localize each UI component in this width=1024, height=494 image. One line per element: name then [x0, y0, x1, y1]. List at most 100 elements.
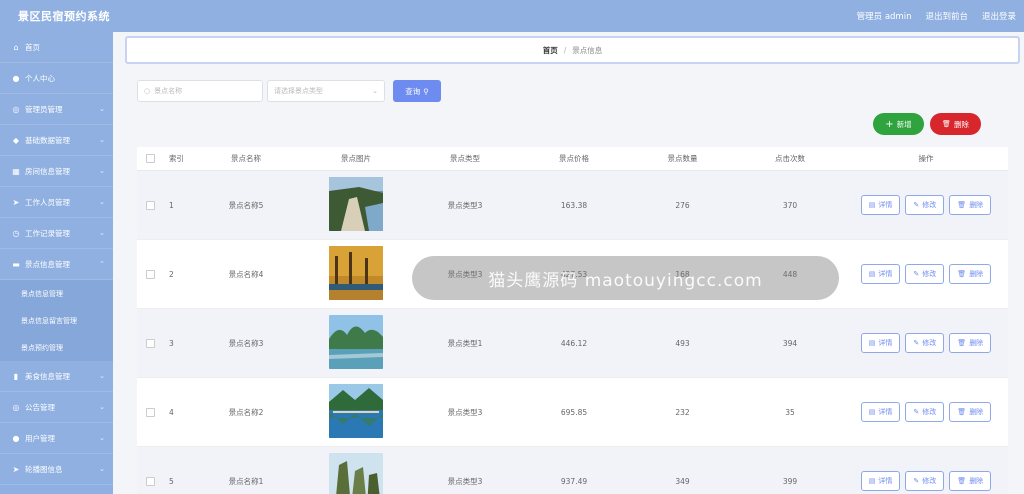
scenic-thumbnail[interactable]	[329, 384, 383, 440]
sidebar-item-rooms[interactable]: ▦ 房间信息管理 ⌄	[0, 156, 113, 187]
add-button[interactable]: + 新增	[873, 113, 924, 135]
chevron-down-icon: ⌄	[99, 465, 105, 473]
row-checkbox[interactable]	[145, 476, 155, 486]
cell-clicks: 394	[782, 338, 798, 348]
breadcrumb: 首页 / 景点信息	[125, 36, 1020, 64]
sidebar-item-admin[interactable]: ◎ 管理员管理 ⌄	[0, 94, 113, 125]
table-body: 1 景点名称5 景点类型3 163.38 276 370 ▤ 详情 ✎ 修改 🗑 删除…	[137, 171, 1008, 494]
scenic-name-placeholder: 景点名称	[154, 87, 183, 95]
detail-button[interactable]: ▤ 详情	[860, 402, 901, 422]
cell-index: 5	[169, 476, 174, 486]
cell-ops: ▤ 详情 ✎ 修改 🗑 删除	[844, 402, 1008, 422]
sidebar-subitem-scenic-booking[interactable]: 景点预约管理	[0, 334, 113, 361]
app-title: 景区民宿预约系统	[18, 10, 110, 23]
trash-icon: 🗑	[957, 339, 967, 347]
scenic-thumbnail[interactable]	[329, 177, 383, 233]
detail-button[interactable]: ▤ 详情	[860, 195, 901, 215]
delete-label: 删除	[969, 201, 984, 209]
sidebar-item-profile[interactable]: ● 个人中心	[0, 63, 113, 94]
breadcrumb-home[interactable]: 首页	[543, 45, 558, 56]
detail-button[interactable]: ▤ 详情	[860, 471, 901, 491]
edit-button[interactable]: ✎ 修改	[905, 333, 945, 353]
scenic-thumbnail[interactable]	[329, 315, 383, 371]
sidebar-subitem-scenic-comments[interactable]: 景点信息留言管理	[0, 307, 113, 334]
cell-price: 695.85	[560, 407, 588, 417]
row-checkbox[interactable]	[145, 200, 155, 210]
sidebar-item-label: 首页	[25, 42, 40, 52]
cell-price: 937.49	[560, 476, 588, 486]
document-icon: ▤	[868, 270, 876, 278]
select-all-cell	[137, 154, 163, 163]
users-icon: ●	[12, 433, 20, 443]
edit-button[interactable]: ✎ 修改	[905, 471, 945, 491]
sidebar-item-users[interactable]: ● 用户管理 ⌄	[0, 423, 113, 454]
cell-image	[301, 384, 411, 440]
row-delete-button[interactable]: 🗑 删除	[949, 264, 992, 284]
row-delete-button[interactable]: 🗑 删除	[949, 402, 992, 422]
row-select-cell	[137, 476, 163, 486]
row-delete-button[interactable]: 🗑 删除	[949, 333, 992, 353]
row-checkbox[interactable]	[145, 407, 155, 417]
detail-label: 详情	[878, 339, 893, 347]
sidebar-item-label: 管理员管理	[25, 104, 63, 114]
cell-ops: ▤ 详情 ✎ 修改 🗑 删除	[844, 264, 1008, 284]
row-delete-button[interactable]: 🗑 删除	[949, 195, 992, 215]
sidebar-item-food[interactable]: ▮ 美食信息管理 ⌄	[0, 361, 113, 392]
sidebar: ⌂ 首页 ● 个人中心 ◎ 管理员管理 ⌄ ◆ 基础数据管理 ⌄ ▦ 房间信息管理 ⌄ ➤ 工作人…	[0, 32, 113, 494]
sidebar-item-basic-data[interactable]: ◆ 基础数据管理 ⌄	[0, 125, 113, 156]
chevron-down-icon: ⌄	[99, 136, 105, 144]
admin-icon: ◎	[12, 104, 20, 114]
chevron-down-icon: ⌄	[99, 403, 105, 411]
row-select-cell	[137, 407, 163, 417]
document-icon: ▤	[868, 477, 876, 485]
sidebar-item-notices[interactable]: ◎ 公告管理 ⌄	[0, 392, 113, 423]
back-to-front-link[interactable]: 退出到前台	[925, 10, 968, 22]
edit-label: 修改	[922, 408, 937, 416]
cell-price: 163.38	[560, 200, 588, 210]
cell-image	[301, 246, 411, 302]
sidebar-item-home[interactable]: ⌂ 首页	[0, 32, 113, 63]
add-label: 新增	[896, 119, 912, 129]
cell-name: 景点名称3	[228, 338, 264, 348]
plus-icon: +	[885, 118, 894, 130]
trash-icon: 🗑	[957, 408, 967, 416]
row-checkbox[interactable]	[145, 269, 155, 279]
sidebar-item-carousel[interactable]: ➤ 轮播图信息 ⌄	[0, 454, 113, 485]
delete-label: 删除	[969, 477, 984, 485]
scenic-name-input[interactable]: ○ 景点名称	[137, 80, 263, 102]
edit-button[interactable]: ✎ 修改	[905, 195, 945, 215]
sidebar-item-label: 房间信息管理	[25, 166, 70, 176]
chevron-down-icon: ⌄	[99, 198, 105, 206]
delete-label: 删除	[969, 270, 984, 278]
header-clicks: 点击次数	[775, 154, 805, 163]
sidebar-subitem-scenic-info[interactable]: 景点信息管理	[0, 280, 113, 307]
edit-button[interactable]: ✎ 修改	[905, 402, 945, 422]
table-row: 4 景点名称2 景点类型3 695.85 232 35 ▤ 详情 ✎ 修改 🗑 删除	[137, 378, 1008, 447]
logout-link[interactable]: 退出登录	[982, 10, 1016, 22]
sidebar-item-scenic[interactable]: ▬ 景点信息管理 ⌃	[0, 249, 113, 280]
detail-button[interactable]: ▤ 详情	[860, 264, 901, 284]
chevron-up-icon: ⌃	[99, 260, 105, 268]
select-all-checkbox[interactable]	[145, 154, 155, 163]
pencil-icon: ✎	[913, 408, 920, 416]
scenic-type-select[interactable]: 请选择景点类型 ⌄	[267, 80, 385, 102]
scenic-thumbnail[interactable]	[329, 246, 383, 302]
edit-button[interactable]: ✎ 修改	[905, 264, 945, 284]
sidebar-item-staff[interactable]: ➤ 工作人员管理 ⌄	[0, 187, 113, 218]
row-delete-button[interactable]: 🗑 删除	[949, 471, 992, 491]
scenic-thumbnail[interactable]	[329, 453, 383, 494]
main-content: 首页 / 景点信息 ○ 景点名称 请选择景点类型 ⌄ 查询 ⚲ + 新增 🗑 删…	[113, 32, 1024, 494]
user-label: 管理员 admin	[856, 12, 912, 22]
cell-count: 232	[675, 407, 690, 417]
detail-button[interactable]: ▤ 详情	[860, 333, 901, 353]
header-index: 索引	[169, 154, 184, 163]
query-button[interactable]: 查询 ⚲	[393, 80, 441, 102]
batch-delete-button[interactable]: 🗑 删除	[930, 113, 981, 135]
row-checkbox[interactable]	[145, 338, 155, 348]
scenic-icon: ▬	[12, 259, 20, 269]
sidebar-item-work-records[interactable]: ◷ 工作记录管理 ⌄	[0, 218, 113, 249]
trash-icon: 🗑	[957, 270, 967, 278]
chevron-down-icon: ⌄	[99, 105, 105, 113]
document-icon: ▤	[868, 339, 876, 347]
breadcrumb-current: 景点信息	[572, 45, 603, 55]
